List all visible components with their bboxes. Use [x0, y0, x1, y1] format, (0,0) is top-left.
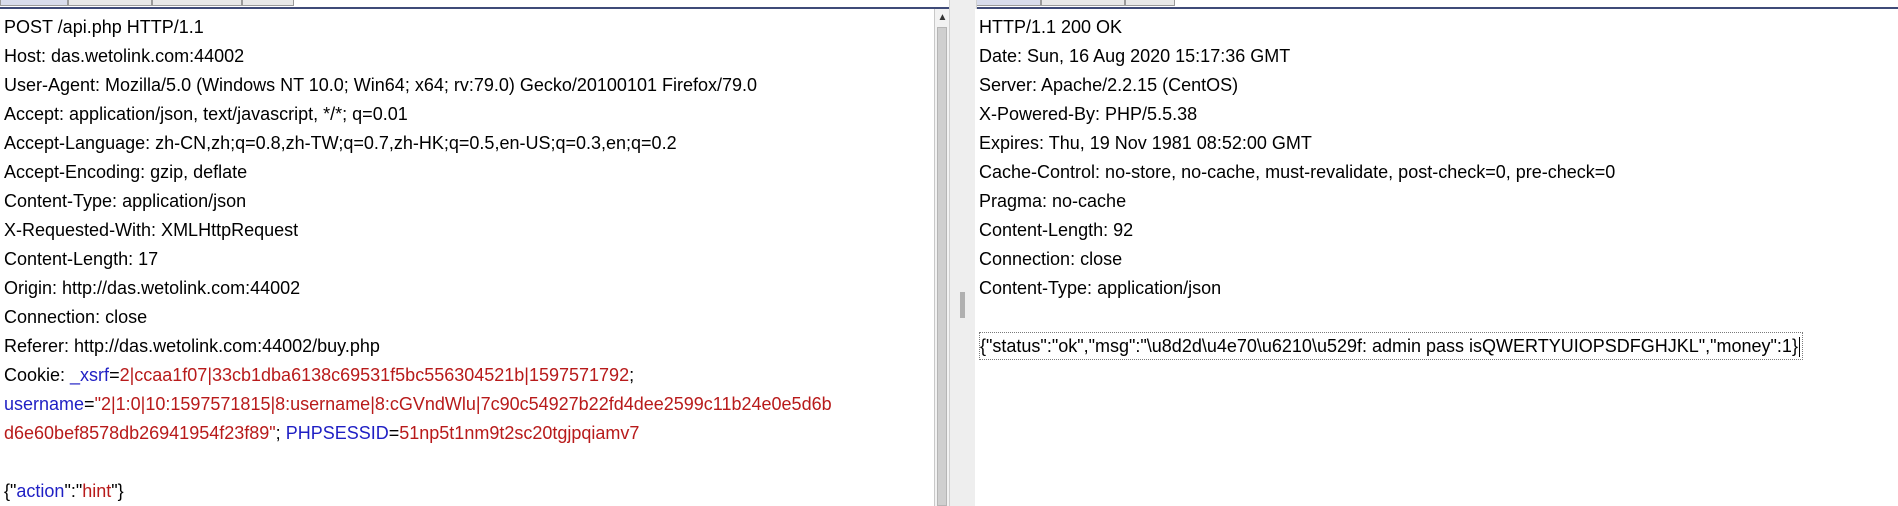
request-tab-headers[interactable] [152, 0, 242, 6]
request-blank-line [4, 448, 934, 477]
request-header-line: User-Agent: Mozilla/5.0 (Windows NT 10.0… [4, 75, 758, 95]
request-header-line: Referer: http://das.wetolink.com:44002/b… [4, 336, 380, 356]
response-viewer[interactable]: HTTP/1.1 200 OK Date: Sun, 16 Aug 2020 1… [975, 9, 1898, 506]
response-status-line: HTTP/1.1 200 OK [979, 17, 1123, 37]
text-caret-icon [1798, 337, 1800, 358]
request-headers: Host: das.wetolink.com:44002 User-Agent: … [4, 42, 934, 361]
request-tab-params[interactable] [68, 0, 152, 6]
response-header-line: Pragma: no-cache [979, 191, 1127, 211]
response-body[interactable]: {"status":"ok","msg":"\u8d2d\u4e70\u6210… [979, 332, 1803, 360]
request-header-line: Accept-Language: zh-CN,zh;q=0.8,zh-TW;q=… [4, 133, 677, 153]
response-header-line: Server: Apache/2.2.15 (CentOS) [979, 75, 1239, 95]
request-tab-hex[interactable] [242, 0, 294, 6]
response-body-line: {"status":"ok","msg":"\u8d2d\u4e70\u6210… [979, 332, 1898, 361]
request-tab-strip [0, 0, 949, 9]
response-blank-line [979, 303, 1898, 332]
request-header-line: Origin: http://das.wetolink.com:44002 [4, 278, 301, 298]
response-header-line: Date: Sun, 16 Aug 2020 15:17:36 GMT [979, 46, 1291, 66]
request-cookie-continuation-line: d6e60bef8578db26941954f23f89"; PHPSESSID… [4, 423, 640, 443]
response-header-line: Cache-Control: no-store, no-cache, must-… [979, 162, 1616, 182]
request-cookie-username-line: username="2|1:0|10:1597571815|8:username… [4, 394, 832, 414]
request-header-line: Content-Length: 17 [4, 249, 159, 269]
request-header-line: X-Requested-With: XMLHttpRequest [4, 220, 299, 240]
cookie-xsrf-name: _xsrf [70, 365, 110, 385]
response-headers: Date: Sun, 16 Aug 2020 15:17:36 GMT Serve… [979, 42, 1898, 303]
body-value-hint: hint [82, 481, 112, 501]
request-header-line: Accept: application/json, text/javascrip… [4, 104, 408, 124]
split-pane-divider[interactable] [949, 0, 977, 506]
cookie-username-name: username [4, 394, 85, 414]
request-tab-raw[interactable] [0, 0, 68, 6]
cookie-phpsessid-name: PHPSESSID [285, 423, 389, 443]
response-header-line: X-Powered-By: PHP/5.5.38 [979, 104, 1198, 124]
response-header-line: Content-Type: application/json [979, 278, 1222, 298]
cookie-xsrf-value: 2|ccaa1f07|33cb1dba6138c69531f5bc5563045… [119, 365, 630, 385]
response-header-line: Content-Length: 92 [979, 220, 1134, 240]
request-body: {"action":"hint"} [4, 481, 124, 501]
request-scrollbar[interactable]: ▲ [934, 9, 950, 506]
request-header-line: Host: das.wetolink.com:44002 [4, 46, 245, 66]
request-header-line: Accept-Encoding: gzip, deflate [4, 162, 248, 182]
response-text[interactable]: HTTP/1.1 200 OK Date: Sun, 16 Aug 2020 1… [979, 13, 1898, 361]
request-header-line: Content-Type: application/json [4, 191, 247, 211]
scroll-thumb[interactable] [937, 27, 947, 506]
response-header-line: Connection: close [979, 249, 1123, 269]
body-key-action: action [16, 481, 65, 501]
cookie-phpsessid-value: 51np5t1nm9t2sc20tgjpqiamv7 [399, 423, 640, 443]
divider-grip-icon[interactable] [960, 292, 965, 318]
request-cookie-line: Cookie: _xsrf=2|ccaa1f07|33cb1dba6138c69… [4, 365, 635, 385]
response-header-line: Expires: Thu, 19 Nov 1981 08:52:00 GMT [979, 133, 1312, 153]
response-tab-headers[interactable] [1041, 0, 1125, 6]
response-tab-hex[interactable] [1125, 0, 1175, 6]
cookie-username-value-cont: d6e60bef8578db26941954f23f89" [4, 423, 276, 443]
request-editor[interactable]: POST /api.php HTTP/1.1 Host: das.wetolin… [0, 9, 934, 506]
request-line: POST /api.php HTTP/1.1 [4, 17, 204, 37]
response-tab-strip [975, 0, 1898, 9]
scroll-up-arrow-icon[interactable]: ▲ [935, 11, 950, 25]
request-text[interactable]: POST /api.php HTTP/1.1 Host: das.wetolin… [4, 13, 934, 506]
request-header-line: Connection: close [4, 307, 148, 327]
cookie-username-value: "2|1:0|10:1597571815|8:username|8:cGVndW… [94, 394, 832, 414]
response-tab-raw[interactable] [975, 0, 1041, 6]
